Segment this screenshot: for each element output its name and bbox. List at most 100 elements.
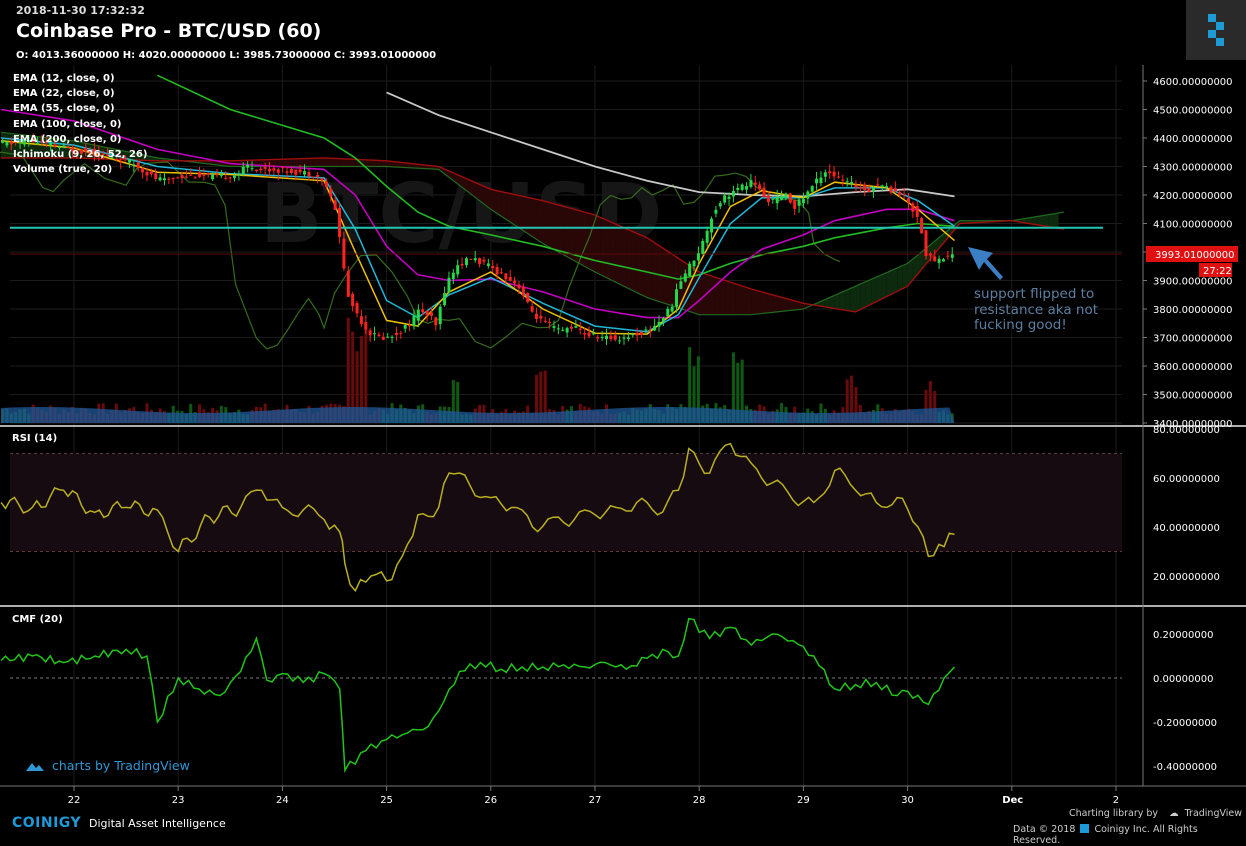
candle-body [277,169,280,172]
rsi-pane-title[interactable]: RSI (14) [12,433,57,444]
y-tick-label: 4600.00000000 [1153,77,1233,88]
candle-body [596,337,599,338]
candle-body [509,277,512,281]
candle-body [364,322,367,329]
ichimoku-cloud-segment [850,286,855,312]
ichimoku-cloud-segment [730,282,735,314]
candle-body [286,171,289,172]
ichimoku-cloud-segment [658,245,663,303]
legend-volume[interactable]: Volume (true, 20) [13,162,147,177]
coinigy-small-icon [1080,824,1089,833]
ichimoku-cloud-segment [652,241,657,301]
volume-ma-area [1,407,954,423]
candle-body [237,175,240,176]
candle-body [776,197,779,203]
ichimoku-cloud-segment [647,238,652,300]
candle-body [412,316,415,326]
rsi-tick-label: 40.00000000 [1153,523,1220,534]
candle-body [194,177,197,178]
candle-body [246,165,249,168]
legend-ema12[interactable]: EMA (12, close, 0) [13,71,147,86]
candle-body [863,185,866,190]
y-tick-label: 4500.00000000 [1153,106,1233,117]
candle-body [732,191,735,197]
candle-body [614,335,617,339]
x-tick-label: 22 [68,795,81,806]
candle-body [491,266,494,268]
ichimoku-cloud-segment [1053,213,1058,228]
candle-body [644,329,647,330]
candle-body [745,186,748,190]
ichimoku-cloud-segment [866,279,871,306]
candle-body [636,333,639,336]
brand-name[interactable]: COINIGY [12,815,81,831]
candle-body [482,260,485,262]
candle-body [649,331,652,332]
charting-library-label: Charting library by [1069,808,1158,819]
y-tick-label: 3500.00000000 [1153,391,1233,402]
candle-body [342,239,345,269]
x-tick-label: Dec [1002,795,1023,806]
candle-body [583,333,586,334]
cmf-tick-label: 0.00000000 [1153,674,1213,685]
legend-ichimoku[interactable]: Ichimoku (9, 26, 52, 26) [13,147,147,162]
candle-body [662,318,665,322]
candle-body [728,197,731,199]
tradingview-watermark[interactable]: charts by TradingView [24,758,190,776]
legend-ema22[interactable]: EMA (22, close, 0) [13,86,147,101]
candle-body [784,194,787,198]
ichimoku-cloud-segment [371,160,376,166]
x-tick-label: 2 [1113,795,1119,806]
candle-body [531,306,534,312]
ichimoku-cloud-segment [308,158,313,166]
ichimoku-cloud-segment [340,159,345,167]
candle-body [382,337,385,340]
candle-body [938,259,941,263]
candle-body [404,325,407,329]
candle-body [701,241,704,254]
rsi-tick-label: 60.00000000 [1153,474,1220,485]
candle-body [373,333,376,334]
ichimoku-cloud-segment [277,159,282,166]
candle-body [264,167,267,169]
candle-body [561,330,564,331]
candle-body [723,195,726,202]
candle-body [710,219,713,233]
tradingview-label[interactable]: TradingView [1185,808,1242,819]
ichimoku-cloud-segment [345,159,350,167]
chart-annotation: support flipped to resistance aka not fu… [974,287,1144,334]
legend-ema200[interactable]: EMA (200, close, 0) [13,132,147,147]
last-price-label: 3993.01000000 [1155,250,1235,261]
candle-body [889,187,892,193]
ichimoku-cloud-segment [710,275,715,314]
candle-body [325,182,328,188]
candle-body [474,258,477,260]
candle-body [421,309,424,312]
candle-body [819,178,822,184]
candle-body [924,230,927,256]
legend-ema55[interactable]: EMA (55, close, 0) [13,101,147,116]
candle-body [443,293,446,305]
ichimoku-cloud-segment [840,291,845,310]
ichimoku-cloud-segment [751,289,756,315]
copyright-label: Data © 2018 [1013,824,1075,835]
legend-ema100[interactable]: EMA (100, close, 0) [13,117,147,132]
candle-body [833,172,836,177]
ichimoku-cloud-segment [527,197,532,236]
candle-body [456,265,459,274]
ichimoku-cloud-segment [621,226,626,287]
ichimoku-cloud-segment [1043,215,1048,227]
candle-body [946,256,949,257]
cmf-pane-title[interactable]: CMF (20) [12,614,63,625]
candle-body [220,174,223,176]
candle-body [618,340,621,341]
candle-body [5,142,8,145]
ichimoku-cloud-segment [642,235,647,297]
ichimoku-cloud-segment [845,288,850,311]
candle-body [180,175,183,178]
coinigy-logo-icon[interactable] [1186,0,1246,60]
candle-body [780,196,783,200]
candle-body [566,328,569,332]
candle-body [251,168,254,169]
candle-body [408,325,411,326]
